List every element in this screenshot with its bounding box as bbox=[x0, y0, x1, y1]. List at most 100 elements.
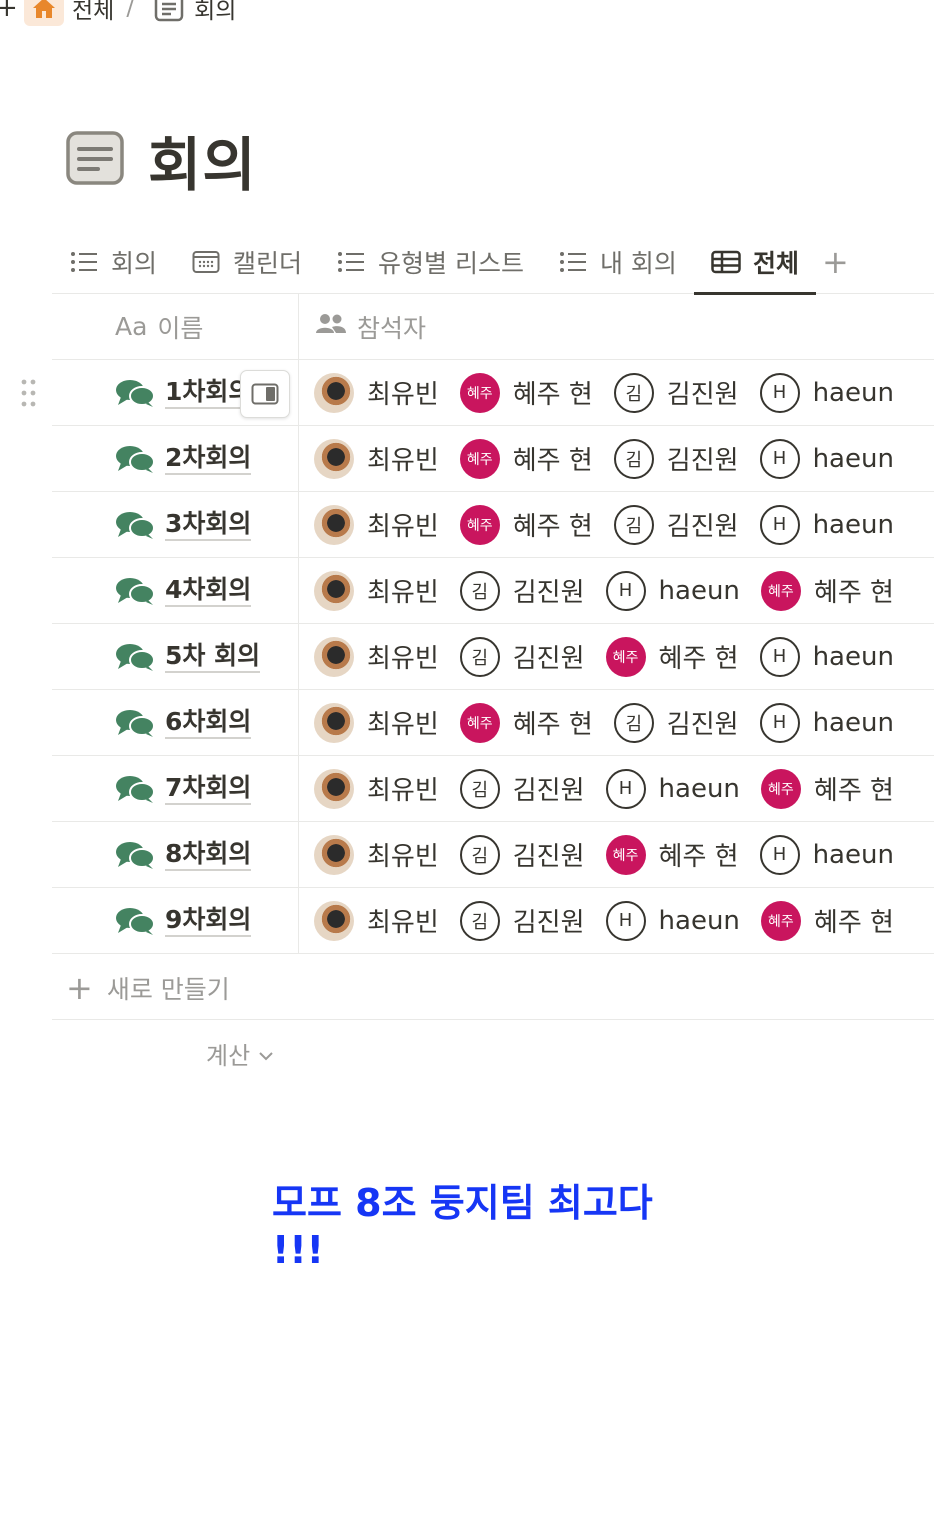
table-row[interactable]: 5차 회의 최유빈 김 김진원 혜주 혜주 현 Hhaeun bbox=[52, 624, 934, 690]
attendee-chip[interactable]: 김 김진원 bbox=[459, 636, 585, 677]
attendee-chip[interactable]: 혜주 혜주 현 bbox=[459, 504, 593, 545]
cell-name[interactable]: 9차회의 bbox=[52, 888, 299, 953]
team-note[interactable]: 모프 8조 둥지팀 최고다 !!! bbox=[272, 1180, 672, 1274]
attendee-chip[interactable]: 최유빈 bbox=[314, 504, 439, 545]
tab-my-meetings[interactable]: 내 회의 bbox=[541, 230, 694, 294]
cell-attendees[interactable]: 최유빈 혜주 혜주 현 김 김진원 Hhaeun bbox=[299, 426, 915, 491]
cell-attendees[interactable]: 최유빈 혜주 혜주 현 김 김진원 Hhaeun bbox=[299, 690, 915, 755]
attendee-chip[interactable]: Hhaeun bbox=[605, 768, 740, 809]
cell-attendees[interactable]: 최유빈 혜주 혜주 현 김 김진원 Hhaeun bbox=[299, 492, 915, 557]
attendee-chip[interactable]: 혜주 혜주 현 bbox=[760, 570, 894, 611]
attendee-chip[interactable]: 혜주 혜주 현 bbox=[459, 702, 593, 743]
open-page-icon[interactable] bbox=[240, 370, 290, 418]
list-icon bbox=[69, 250, 99, 274]
calculate-button[interactable]: 계산 bbox=[206, 1036, 274, 1071]
attendee-chip[interactable]: 혜주 혜주 현 bbox=[459, 438, 593, 479]
attendee-chip[interactable]: Hhaeun bbox=[759, 636, 894, 677]
table-row[interactable]: 2차회의 최유빈 혜주 혜주 현 김 김진원 Hhaeun bbox=[52, 426, 934, 492]
table-row[interactable]: 8차회의 최유빈 김 김진원 혜주 혜주 현 Hhaeun bbox=[52, 822, 934, 888]
avatar: 김 bbox=[613, 438, 654, 479]
cell-attendees[interactable]: 최유빈 김 김진원 Hhaeun 혜주 혜주 현 bbox=[299, 756, 915, 821]
cell-name[interactable]: 3차회의 bbox=[52, 492, 299, 557]
row-title[interactable]: 2차회의 bbox=[165, 443, 252, 475]
row-title[interactable]: 6차회의 bbox=[165, 707, 252, 739]
cell-name[interactable]: 1차회의 bbox=[52, 360, 299, 425]
attendee-chip[interactable]: Hhaeun bbox=[759, 372, 894, 413]
cell-name[interactable]: 4차회의 bbox=[52, 558, 299, 623]
tab-by-type[interactable]: 유형별 리스트 bbox=[319, 230, 541, 294]
row-title[interactable]: 3차회의 bbox=[165, 509, 252, 541]
cell-attendees[interactable]: 최유빈 혜주 혜주 현 김 김진원 Hhaeun bbox=[299, 360, 915, 425]
add-view-button[interactable]: + bbox=[822, 243, 849, 281]
attendee-chip[interactable]: 혜주 혜주 현 bbox=[459, 372, 593, 413]
table-row[interactable]: 1차회의 최유빈 혜주 혜주 현 김 김진원 Hhaeun bbox=[21, 360, 934, 426]
attendee-chip[interactable]: 김 김진원 bbox=[459, 834, 585, 875]
table-row[interactable]: 4차회의 최유빈 김 김진원 Hhaeun 혜주 혜주 현 bbox=[52, 558, 934, 624]
cell-attendees[interactable]: 최유빈 김 김진원 Hhaeun 혜주 혜주 현 bbox=[299, 888, 915, 953]
cell-name[interactable]: 6차회의 bbox=[52, 690, 299, 755]
cell-name[interactable]: 5차 회의 bbox=[52, 624, 299, 689]
cell-attendees[interactable]: 최유빈 김 김진원 혜주 혜주 현 Hhaeun bbox=[299, 822, 915, 887]
table-row[interactable]: 7차회의 최유빈 김 김진원 Hhaeun 혜주 혜주 현 bbox=[52, 756, 934, 822]
attendee-name: 혜주 현 bbox=[512, 512, 593, 542]
attendee-chip[interactable]: 김 김진원 bbox=[613, 504, 739, 545]
cell-name[interactable]: 8차회의 bbox=[52, 822, 299, 887]
attendee-chip[interactable]: Hhaeun bbox=[605, 570, 740, 611]
attendee-chip[interactable]: 최유빈 bbox=[314, 702, 439, 743]
tab-all[interactable]: 전체 bbox=[693, 230, 816, 295]
attendee-chip[interactable]: 최유빈 bbox=[314, 834, 439, 875]
attendee-name: 혜주 현 bbox=[512, 446, 593, 476]
attendee-chip[interactable]: 혜주 혜주 현 bbox=[760, 768, 894, 809]
new-row-button[interactable]: + 새로 만들기 bbox=[52, 956, 934, 1020]
attendee-chip[interactable]: 혜주 혜주 현 bbox=[605, 834, 739, 875]
attendee-chip[interactable]: 김 김진원 bbox=[613, 702, 739, 743]
cell-name[interactable]: 2차회의 bbox=[52, 426, 299, 491]
attendee-chip[interactable]: 최유빈 bbox=[314, 438, 439, 479]
home-icon[interactable] bbox=[24, 0, 64, 26]
attendee-chip[interactable]: 최유빈 bbox=[314, 768, 439, 809]
attendee-chip[interactable]: 김 김진원 bbox=[459, 570, 585, 611]
attendee-chip[interactable]: 혜주 혜주 현 bbox=[760, 900, 894, 941]
cell-name[interactable]: 7차회의 bbox=[52, 756, 299, 821]
attendee-chip[interactable]: 최유빈 bbox=[314, 372, 439, 413]
row-title[interactable]: 7차회의 bbox=[165, 773, 252, 805]
avatar: H bbox=[605, 900, 646, 941]
tab-calendar[interactable]: 캘린더 bbox=[174, 230, 319, 294]
attendee-chip[interactable]: 김 김진원 bbox=[459, 768, 585, 809]
page-icon[interactable] bbox=[66, 131, 124, 189]
row-title[interactable]: 8차회의 bbox=[165, 839, 252, 871]
cell-attendees[interactable]: 최유빈 김 김진원 Hhaeun 혜주 혜주 현 bbox=[299, 558, 915, 623]
tab-meetings[interactable]: 회의 bbox=[52, 230, 174, 294]
attendee-chip[interactable]: 혜주 혜주 현 bbox=[605, 636, 739, 677]
attendee-name: 김진원 bbox=[512, 842, 585, 872]
row-title[interactable]: 5차 회의 bbox=[165, 641, 261, 673]
row-title[interactable]: 9차회의 bbox=[165, 905, 252, 937]
column-header-name[interactable]: Aa 이름 bbox=[52, 294, 299, 359]
attendee-chip[interactable]: 김 김진원 bbox=[613, 438, 739, 479]
add-page-button[interactable]: + bbox=[0, 0, 18, 23]
breadcrumb-current[interactable]: 회의 bbox=[194, 0, 236, 25]
attendee-chip[interactable]: Hhaeun bbox=[759, 834, 894, 875]
avatar bbox=[314, 504, 354, 545]
table-row[interactable]: 6차회의 최유빈 혜주 혜주 현 김 김진원 Hhaeun bbox=[52, 690, 934, 756]
drag-handle-icon[interactable] bbox=[20, 378, 38, 408]
row-title[interactable]: 1차회의 bbox=[165, 377, 252, 409]
cell-attendees[interactable]: 최유빈 김 김진원 혜주 혜주 현 Hhaeun bbox=[299, 624, 915, 689]
table-row[interactable]: 9차회의 최유빈 김 김진원 Hhaeun 혜주 혜주 현 bbox=[52, 888, 934, 954]
attendee-chip[interactable]: Hhaeun bbox=[605, 900, 740, 941]
attendee-chip[interactable]: Hhaeun bbox=[759, 702, 894, 743]
chat-bubbles-icon bbox=[115, 576, 155, 606]
attendee-chip[interactable]: 최유빈 bbox=[314, 570, 439, 611]
attendee-chip[interactable]: 최유빈 bbox=[314, 636, 439, 677]
attendee-chip[interactable]: Hhaeun bbox=[759, 504, 894, 545]
attendee-chip[interactable]: 김 김진원 bbox=[459, 900, 585, 941]
attendee-chip[interactable]: 최유빈 bbox=[314, 900, 439, 941]
breadcrumb-root[interactable]: 전체 bbox=[72, 0, 114, 25]
column-header-attendees[interactable]: 참석자 bbox=[299, 294, 426, 359]
row-title[interactable]: 4차회의 bbox=[165, 575, 252, 607]
attendee-chip[interactable]: Hhaeun bbox=[759, 438, 894, 479]
page-title[interactable]: 회의 bbox=[148, 118, 257, 202]
avatar: H bbox=[759, 372, 800, 413]
attendee-chip[interactable]: 김 김진원 bbox=[613, 372, 739, 413]
table-row[interactable]: 3차회의 최유빈 혜주 혜주 현 김 김진원 Hhaeun bbox=[52, 492, 934, 558]
